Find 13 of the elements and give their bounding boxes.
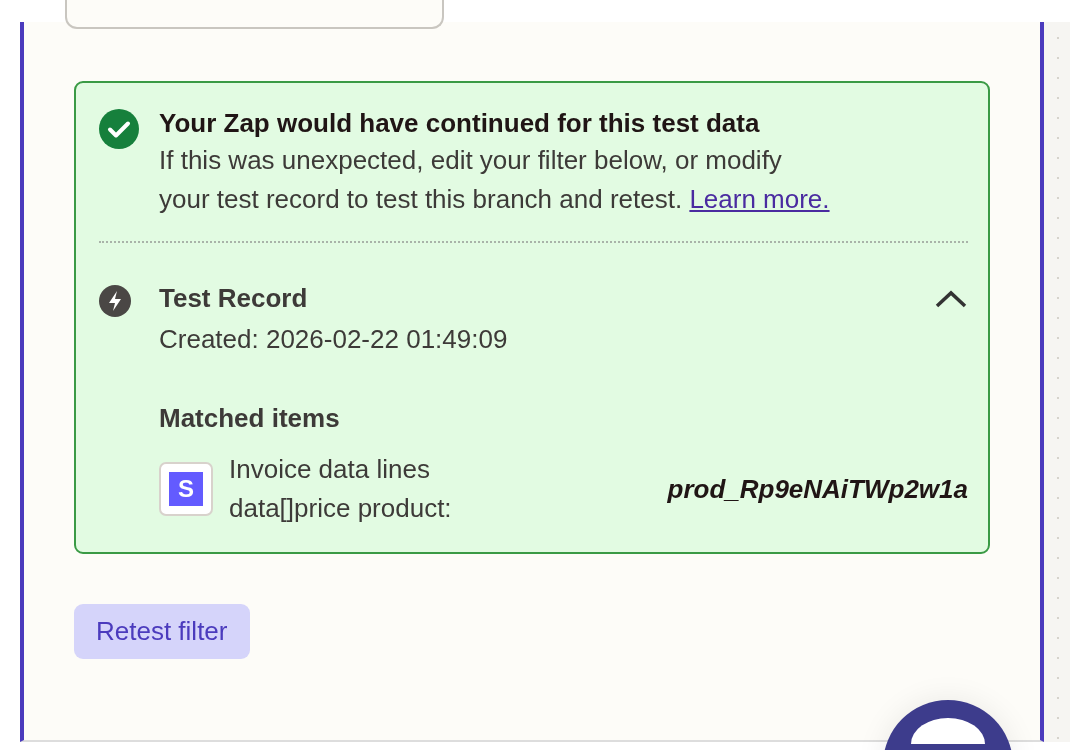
learn-more-link[interactable]: Learn more.	[689, 184, 830, 214]
item-label: Invoice data lines data[]price product:	[229, 453, 453, 525]
lightning-bolt-icon	[99, 285, 131, 317]
matched-items-heading: Matched items	[159, 403, 341, 434]
input-field[interactable]	[65, 0, 444, 29]
retest-filter-button[interactable]: Retest filter	[74, 604, 250, 659]
result-title: Your Zap would have continued for this test data	[159, 107, 761, 139]
created-date: Created: 2026-02-22 01:49:09	[159, 324, 509, 355]
test-record-title: Test Record	[159, 283, 308, 314]
app-logo-icon: S	[159, 462, 213, 516]
chat-icon	[911, 718, 985, 744]
result-message: If this was unexpected, edit your filter below, or modify your test record to test this branch and retest. Learn more.	[159, 144, 831, 216]
item-value: prod_Rp9eNAiTWp2w1a	[666, 473, 968, 505]
